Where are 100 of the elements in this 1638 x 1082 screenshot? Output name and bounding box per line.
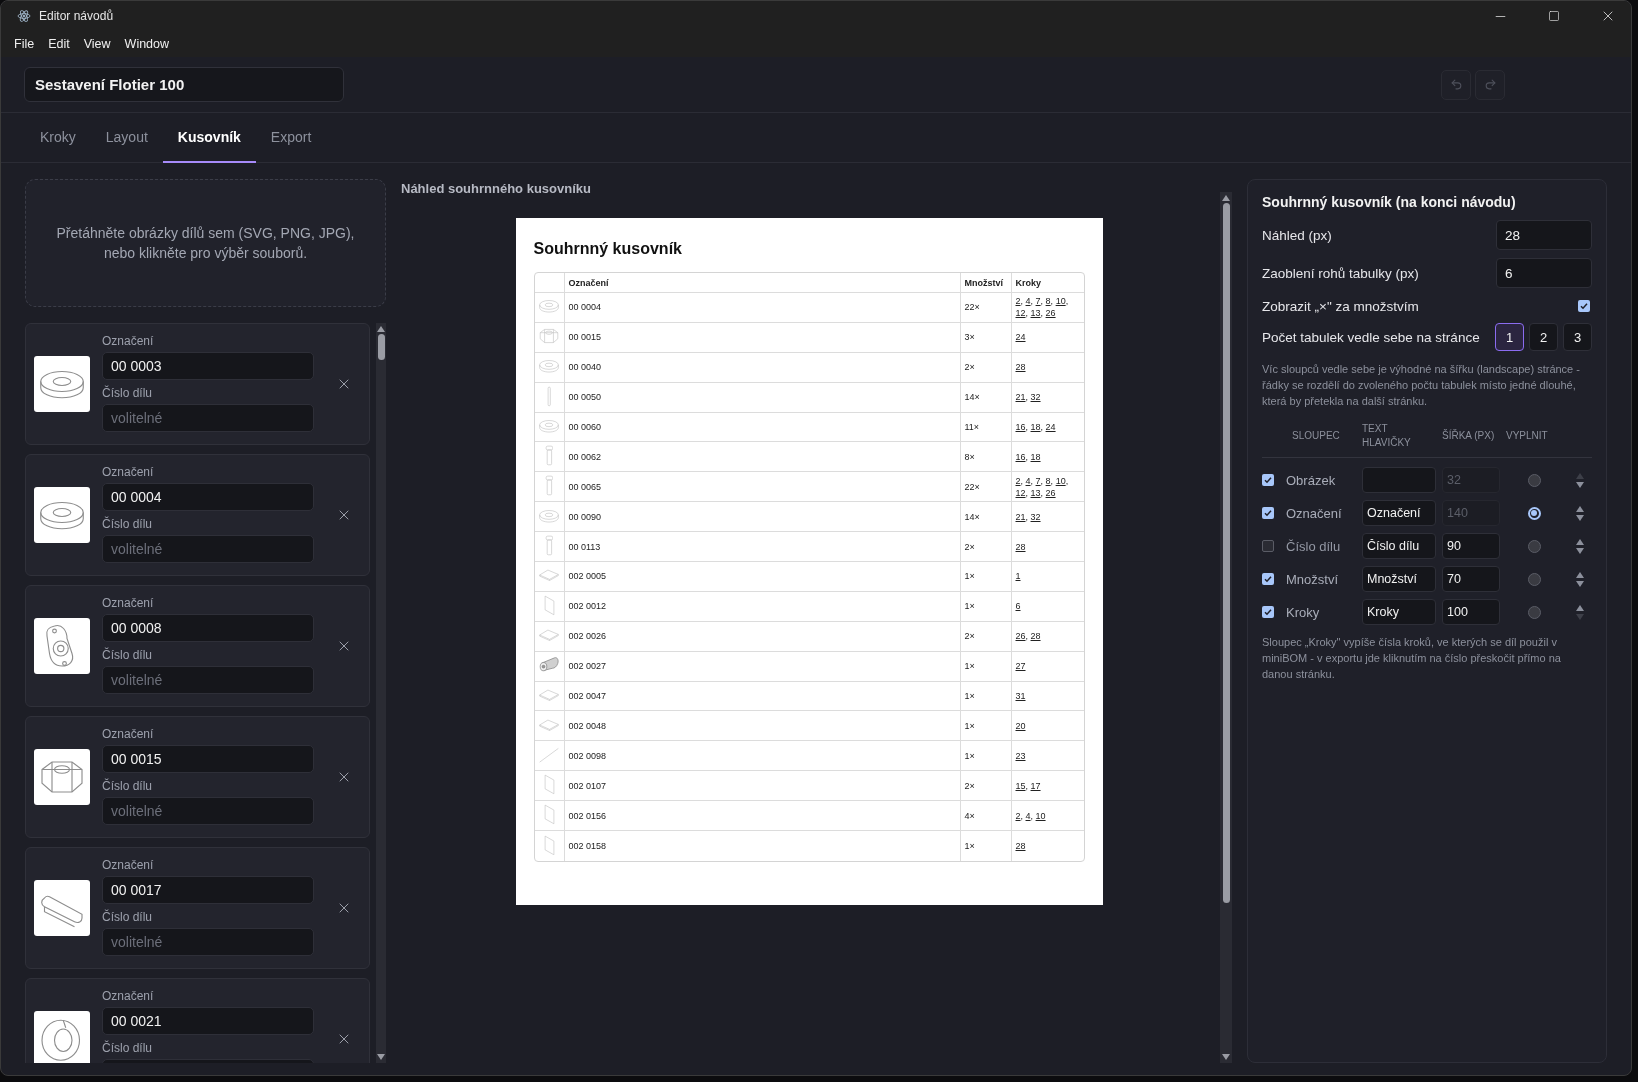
step-link[interactable]: 23 xyxy=(1015,750,1026,761)
step-link[interactable]: 27 xyxy=(1015,661,1026,672)
count-option[interactable]: 1 xyxy=(1495,323,1524,351)
menu-item[interactable]: Edit xyxy=(41,37,77,51)
designation-field[interactable]: 00 0004 xyxy=(102,483,314,511)
step-link[interactable]: 18 xyxy=(1030,422,1041,432)
scrollbar-track[interactable] xyxy=(1220,192,1232,1063)
checkbox[interactable] xyxy=(1262,540,1274,553)
checkbox[interactable] xyxy=(1262,507,1274,520)
move-up-button[interactable] xyxy=(1576,505,1584,512)
part-number-field[interactable]: volitelné xyxy=(102,535,314,563)
width-field[interactable]: 100 xyxy=(1442,599,1500,626)
number-field[interactable]: 6 xyxy=(1496,258,1592,288)
move-up-button[interactable] xyxy=(1576,538,1584,545)
move-down-button[interactable] xyxy=(1576,514,1584,521)
header-text-field[interactable]: Kroky xyxy=(1362,599,1436,626)
move-down-button[interactable] xyxy=(1576,547,1584,554)
file-drop-zone[interactable]: Přetáhněte obrázky dílů sem (SVG, PNG, JPG), nebo klikněte pro výběr souborů. xyxy=(25,179,386,307)
count-option[interactable]: 2 xyxy=(1529,323,1558,351)
step-link[interactable]: 16 xyxy=(1015,422,1026,432)
menu-item[interactable]: View xyxy=(76,37,118,51)
step-link[interactable]: 18 xyxy=(1030,451,1041,462)
step-link[interactable]: 8 xyxy=(1045,475,1051,486)
step-link[interactable]: 21 xyxy=(1015,511,1026,522)
menu-item[interactable]: File xyxy=(7,37,42,51)
tab[interactable]: Layout xyxy=(90,113,163,163)
fill-radio[interactable] xyxy=(1527,539,1541,553)
fill-radio[interactable] xyxy=(1527,572,1541,586)
designation-field[interactable]: 00 0015 xyxy=(102,745,314,773)
step-link[interactable]: 28 xyxy=(1015,541,1026,552)
step-link[interactable]: 20 xyxy=(1015,720,1026,731)
step-link[interactable]: 10 xyxy=(1055,296,1066,307)
step-link[interactable]: 26 xyxy=(1045,308,1056,319)
number-field[interactable]: 28 xyxy=(1496,220,1592,250)
width-field[interactable]: 70 xyxy=(1442,566,1500,593)
move-up-button[interactable] xyxy=(1576,571,1584,578)
scroll-down-icon[interactable] xyxy=(377,1054,385,1060)
tab[interactable]: Kroky xyxy=(25,113,91,163)
step-link[interactable]: 12 xyxy=(1015,308,1026,319)
step-link[interactable]: 32 xyxy=(1030,511,1041,522)
step-link[interactable]: 2 xyxy=(1015,810,1021,821)
step-link[interactable]: 10 xyxy=(1035,810,1046,821)
step-link[interactable]: 24 xyxy=(1015,332,1026,343)
scrollbar-thumb[interactable] xyxy=(1222,203,1230,903)
step-link[interactable]: 4 xyxy=(1025,296,1031,307)
count-option[interactable]: 3 xyxy=(1563,323,1592,351)
maximize-icon[interactable] xyxy=(1548,10,1560,22)
fill-radio[interactable] xyxy=(1527,506,1541,520)
part-number-field[interactable]: volitelné xyxy=(102,797,314,825)
part-number-field[interactable]: volitelné xyxy=(102,666,314,694)
fill-radio[interactable] xyxy=(1527,473,1541,487)
document-title-field[interactable]: Sestavení Flotier 100 xyxy=(24,67,344,102)
step-link[interactable]: 24 xyxy=(1045,422,1056,432)
header-text-field[interactable]: Číslo dílu xyxy=(1362,533,1436,560)
part-number-field[interactable]: volitelné xyxy=(102,404,314,432)
fill-radio[interactable] xyxy=(1527,605,1541,619)
step-link[interactable]: 21 xyxy=(1015,392,1026,403)
step-link[interactable]: 32 xyxy=(1030,392,1041,403)
step-link[interactable]: 2 xyxy=(1015,296,1021,307)
scroll-up-icon[interactable] xyxy=(377,326,385,332)
step-link[interactable]: 28 xyxy=(1015,840,1026,851)
checkbox[interactable] xyxy=(1262,474,1274,487)
step-link[interactable]: 12 xyxy=(1015,487,1026,498)
step-link[interactable]: 13 xyxy=(1030,308,1041,319)
tab[interactable]: Export xyxy=(255,113,327,163)
width-field[interactable]: 90 xyxy=(1442,533,1500,560)
step-link[interactable]: 13 xyxy=(1030,487,1041,498)
designation-field[interactable]: 00 0003 xyxy=(102,352,314,380)
move-down-button[interactable] xyxy=(1576,580,1584,587)
part-number-field[interactable]: volitelné xyxy=(102,928,314,956)
move-down-button[interactable] xyxy=(1576,481,1584,488)
step-link[interactable]: 2 xyxy=(1015,475,1021,486)
scrollbar-thumb[interactable] xyxy=(377,334,385,360)
step-link[interactable]: 6 xyxy=(1015,601,1021,612)
scrollbar-track[interactable] xyxy=(376,323,386,1063)
step-link[interactable]: 7 xyxy=(1035,475,1041,486)
step-link[interactable]: 26 xyxy=(1015,631,1026,642)
step-link[interactable]: 15 xyxy=(1015,780,1026,791)
header-text-field[interactable]: Označení xyxy=(1362,500,1436,527)
menu-item[interactable]: Window xyxy=(117,37,177,51)
scroll-up-icon[interactable] xyxy=(1222,195,1230,201)
step-link[interactable]: 7 xyxy=(1035,296,1041,307)
tab[interactable]: Kusovník xyxy=(162,113,256,163)
checkbox[interactable] xyxy=(1262,606,1274,619)
designation-field[interactable]: 00 0021 xyxy=(102,1007,314,1035)
step-link[interactable]: 28 xyxy=(1030,631,1041,642)
step-link[interactable]: 26 xyxy=(1045,487,1056,498)
checkbox[interactable] xyxy=(1262,573,1274,586)
header-text-field[interactable] xyxy=(1362,467,1436,494)
step-link[interactable]: 28 xyxy=(1015,362,1026,373)
checkbox[interactable] xyxy=(1578,300,1590,312)
step-link[interactable]: 10 xyxy=(1055,475,1066,486)
header-text-field[interactable]: Množství xyxy=(1362,566,1436,593)
step-link[interactable]: 17 xyxy=(1030,780,1041,791)
step-link[interactable]: 4 xyxy=(1025,810,1031,821)
step-link[interactable]: 4 xyxy=(1025,475,1031,486)
designation-field[interactable]: 00 0017 xyxy=(102,876,314,904)
step-link[interactable]: 31 xyxy=(1015,691,1026,701)
scroll-down-icon[interactable] xyxy=(1222,1054,1230,1060)
step-link[interactable]: 8 xyxy=(1045,296,1051,307)
